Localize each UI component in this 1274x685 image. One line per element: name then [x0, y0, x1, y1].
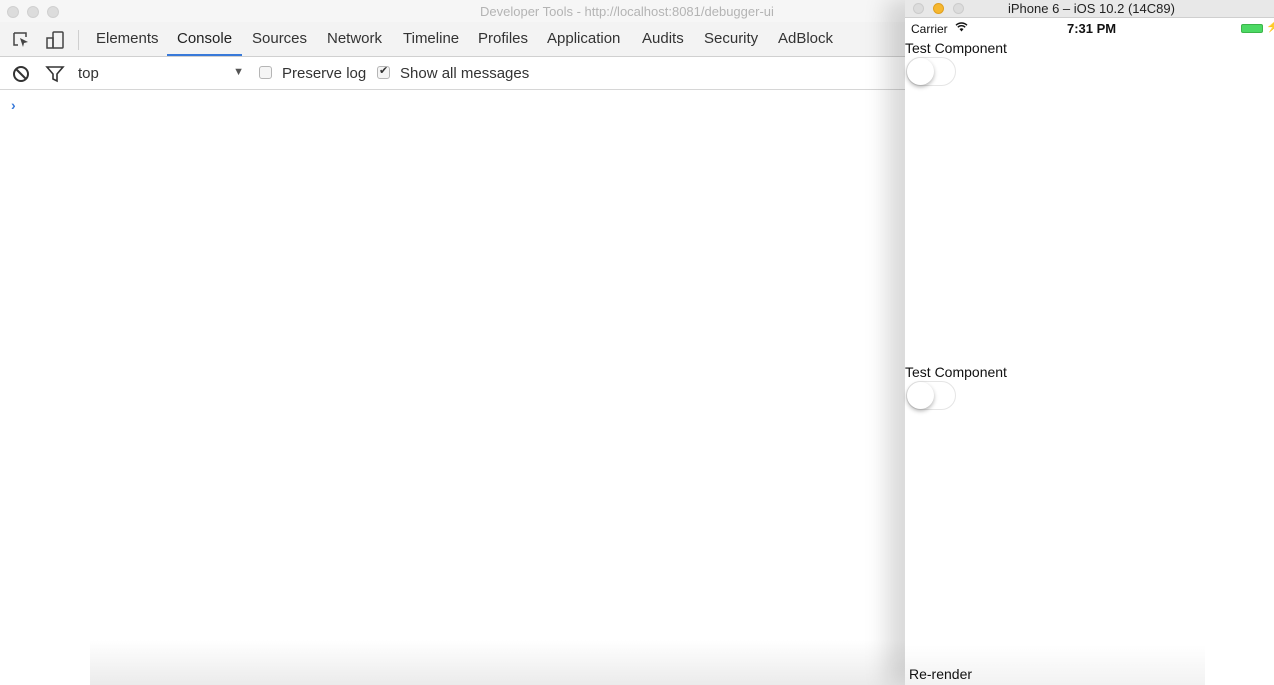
toggle-switch[interactable]	[906, 381, 956, 410]
tab-adblock[interactable]: AdBlock	[778, 30, 833, 47]
wifi-icon	[955, 21, 968, 35]
simulator-window: iPhone 6 – iOS 10.2 (14C89) Carrier 7:31…	[905, 0, 1274, 685]
devtools-window: Developer Tools - http://localhost:8081/…	[0, 0, 905, 685]
console-toolbar: top ▼ Preserve log Show all messages	[0, 57, 905, 90]
tab-application[interactable]: Application	[547, 30, 620, 47]
component-label: Test Component	[905, 364, 1007, 380]
charging-bolt-icon: ⚡	[1266, 21, 1274, 33]
rerender-button[interactable]: Re-render	[909, 666, 972, 682]
close-window-button[interactable]	[913, 3, 924, 14]
filter-icon[interactable]	[45, 64, 65, 84]
preserve-log-checkbox[interactable]	[259, 66, 272, 79]
battery-icon	[1241, 24, 1263, 33]
tab-profiles[interactable]: Profiles	[478, 30, 528, 47]
simulator-titlebar: iPhone 6 – iOS 10.2 (14C89)	[905, 0, 1274, 18]
devtools-window-title: Developer Tools - http://localhost:8081/…	[480, 4, 774, 19]
inspect-element-icon[interactable]	[11, 30, 31, 50]
minimize-window-button[interactable]	[933, 3, 944, 14]
tab-network[interactable]: Network	[327, 30, 382, 47]
tab-console[interactable]: Console	[177, 30, 232, 47]
console-prompt-icon[interactable]: ›	[11, 97, 16, 113]
zoom-window-button[interactable]	[47, 6, 59, 18]
window-shadow	[90, 640, 905, 685]
toolbar-divider	[78, 30, 79, 50]
simulator-window-title: iPhone 6 – iOS 10.2 (14C89)	[1008, 1, 1175, 16]
close-window-button[interactable]	[7, 6, 19, 18]
status-time: 7:31 PM	[1067, 21, 1117, 36]
toggle-switch[interactable]	[906, 57, 956, 86]
tab-elements[interactable]: Elements	[96, 30, 159, 47]
component-label: Test Component	[905, 40, 1007, 56]
tab-security[interactable]: Security	[704, 30, 758, 47]
dropdown-arrow-icon: ▼	[233, 66, 244, 78]
tab-timeline[interactable]: Timeline	[403, 30, 459, 47]
show-all-messages-checkbox[interactable]	[377, 64, 390, 79]
zoom-window-button[interactable]	[953, 3, 964, 14]
context-selector[interactable]: top ▼	[78, 65, 244, 82]
switch-knob	[907, 58, 934, 85]
clear-console-icon[interactable]	[11, 64, 31, 84]
carrier-label: Carrier	[911, 22, 948, 36]
switch-knob	[907, 382, 934, 409]
show-all-messages-label[interactable]: Show all messages	[400, 65, 529, 82]
device-mode-icon[interactable]	[45, 30, 65, 50]
minimize-window-button[interactable]	[27, 6, 39, 18]
context-value: top	[78, 65, 99, 82]
devtools-tab-bar: Elements Console Sources Network Timelin…	[0, 22, 905, 57]
ios-status-bar: Carrier 7:31 PM ⚡	[905, 18, 1274, 38]
active-tab-indicator	[167, 54, 242, 56]
devtools-titlebar: Developer Tools - http://localhost:8081/…	[0, 0, 905, 22]
preserve-log-label[interactable]: Preserve log	[282, 65, 366, 82]
tab-sources[interactable]: Sources	[252, 30, 307, 47]
tab-audits[interactable]: Audits	[642, 30, 684, 47]
